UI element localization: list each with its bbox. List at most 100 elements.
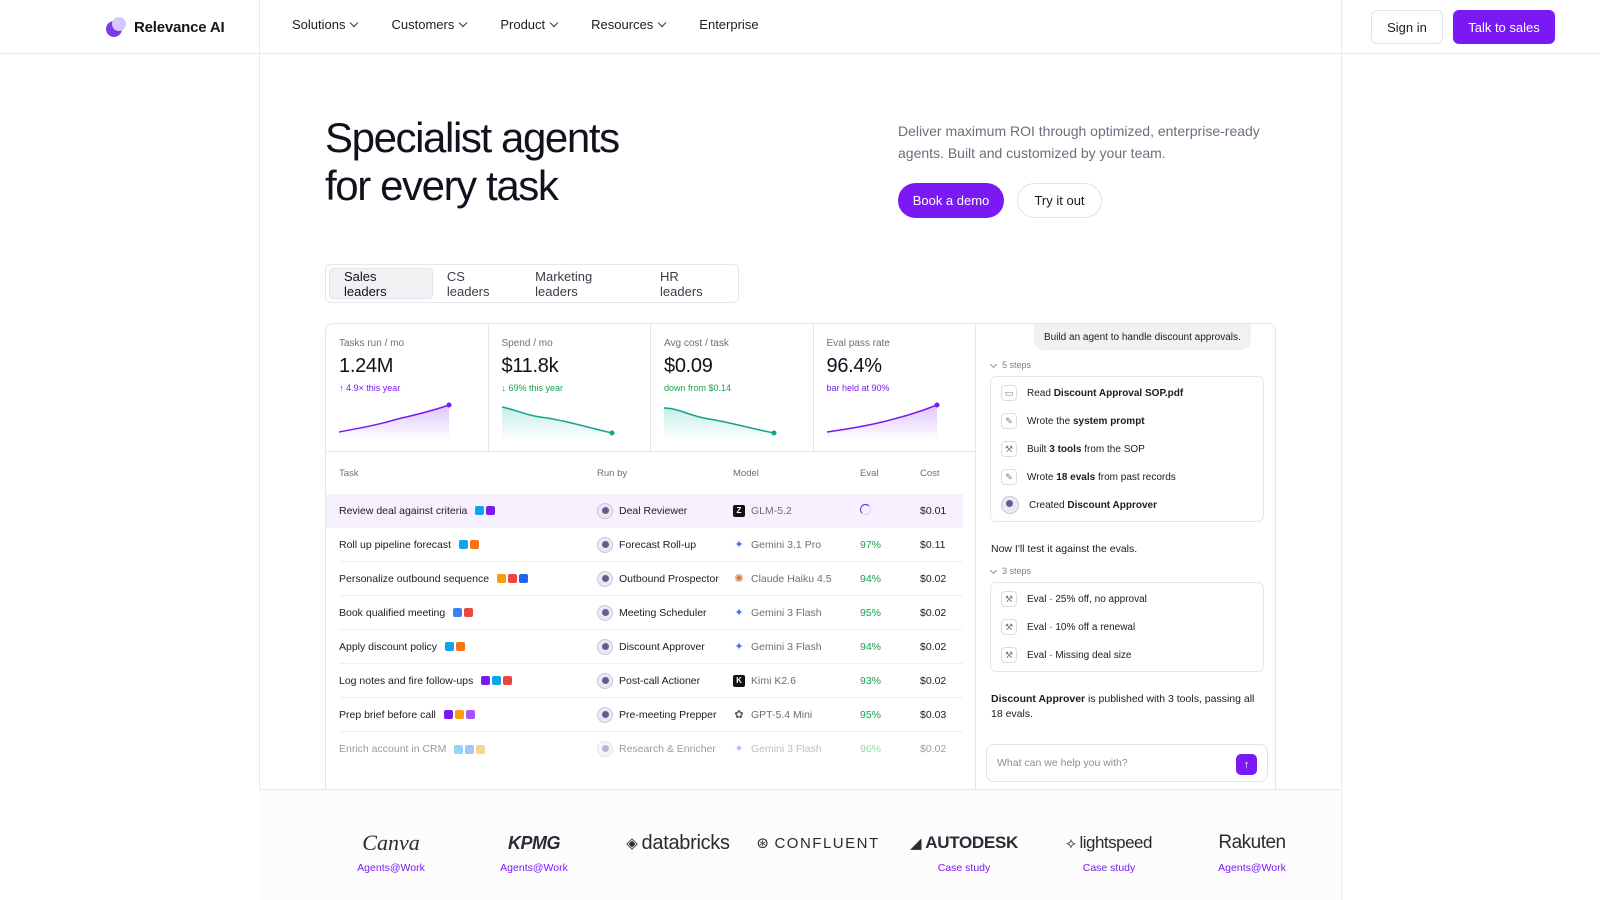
app-integration-icon xyxy=(443,710,453,719)
column-eval: Eval xyxy=(860,467,879,479)
hero-title-line2: for every task xyxy=(325,162,559,209)
step-text: Created Discount Approver xyxy=(1029,500,1157,511)
agent-name: Pre-meeting Prepper xyxy=(619,708,717,721)
agent-name: Post-call Actioner xyxy=(619,674,701,687)
step-text: Read Discount Approval SOP.pdf xyxy=(1027,388,1183,399)
model-name: GLM-5.2 xyxy=(751,504,792,517)
logo-link[interactable]: Agents@Work xyxy=(1186,862,1318,874)
cell-model: K Kimi K2.6 xyxy=(733,674,860,687)
cell-task: Apply discount policy xyxy=(339,641,597,653)
metrics-pane: Tasks run / mo 1.24M ↑ 4.9× this year Sp… xyxy=(326,324,976,790)
agent-chat-pane: Build an agent to handle discount approv… xyxy=(977,324,1275,790)
tab-marketing-leaders[interactable]: Marketing leaders xyxy=(521,268,646,299)
customer-logo-lightspeed[interactable]: ⟡ lightspeed Case study xyxy=(1043,830,1175,874)
app-icons xyxy=(481,676,513,685)
table-row[interactable]: Enrich account in CRM Research & Enriche… xyxy=(339,732,963,766)
step-bold: Discount Approver xyxy=(1067,499,1157,511)
send-button[interactable]: ↑ xyxy=(1236,754,1257,775)
nav-solutions[interactable]: Solutions xyxy=(292,17,359,32)
eval-score: 96% xyxy=(860,743,882,755)
agent-name: Research & Enricher xyxy=(619,743,716,755)
app-integration-icon xyxy=(476,744,486,754)
nav-product[interactable]: Product xyxy=(500,17,559,32)
kpi-delta: down from $0.14 xyxy=(664,383,732,393)
app-integration-icon xyxy=(503,676,513,685)
table-row[interactable]: Book qualified meeting Meeting Scheduler… xyxy=(339,596,963,630)
steps-toggle[interactable]: 3 steps xyxy=(989,566,1031,576)
cell-eval xyxy=(860,503,920,518)
customer-logo-canva[interactable]: Canva Agents@Work xyxy=(325,830,457,874)
nav-resources[interactable]: Resources xyxy=(591,17,667,32)
kpi-value: 96.4% xyxy=(826,355,883,377)
app-integration-icon xyxy=(445,642,455,651)
table-row[interactable]: Prep brief before call Pre-meeting Prepp… xyxy=(339,698,963,732)
nav-customers[interactable]: Customers xyxy=(391,17,468,32)
wrench-icon: ⚒ xyxy=(1001,619,1017,635)
logo-link[interactable]: Agents@Work xyxy=(468,862,600,874)
logo-wordmark: Rakuten xyxy=(1186,830,1318,856)
brand-logo[interactable]: Relevance AI xyxy=(106,16,225,38)
logo-link[interactable]: Case study xyxy=(898,862,1030,874)
table-body: Review deal against criteria Deal Review… xyxy=(326,494,963,766)
app-icons xyxy=(454,744,486,754)
nav-enterprise[interactable]: Enterprise xyxy=(699,17,758,32)
customer-logo-kpmg[interactable]: KPMG Agents@Work xyxy=(468,830,600,875)
table-row[interactable]: Personalize outbound sequence Outbound P… xyxy=(339,562,963,596)
app-integration-icon xyxy=(497,574,507,583)
cell-model: ✦ Gemini 3 Flash xyxy=(733,743,860,755)
step-pre: Read xyxy=(1027,387,1054,399)
cell-run-by: Pre-meeting Prepper xyxy=(597,706,733,723)
pencil-icon: ✎ xyxy=(1001,413,1017,429)
brand-name: Relevance AI xyxy=(134,18,225,36)
customer-logo-autodesk[interactable]: ◢ AUTODESK Case study xyxy=(898,830,1030,874)
steps-toggle[interactable]: 5 steps xyxy=(989,360,1031,370)
app-integration-icon xyxy=(492,676,502,685)
chat-input[interactable]: What can we help you with? ↑ xyxy=(986,744,1268,782)
agent-avatar xyxy=(597,570,613,587)
logo-name: KPMG xyxy=(508,832,561,853)
table-row[interactable]: Review deal against criteria Deal Review… xyxy=(326,494,963,528)
relevance-logo-icon xyxy=(106,17,126,37)
logo-wordmark: ◈ databricks xyxy=(612,830,744,856)
step-item: Created Discount Approver xyxy=(991,491,1263,519)
kpi-row: Tasks run / mo 1.24M ↑ 4.9× this year Sp… xyxy=(326,324,976,452)
table-row[interactable]: Roll up pipeline forecast Forecast Roll-… xyxy=(339,528,963,562)
app-integration-icon xyxy=(486,506,496,515)
talk-to-sales-button[interactable]: Talk to sales xyxy=(1453,10,1555,44)
layers-icon: ◈ xyxy=(626,835,638,852)
tab-sales-leaders[interactable]: Sales leaders xyxy=(329,268,433,299)
task-name: Log notes and fire follow-ups xyxy=(339,674,474,687)
document-icon: ▭ xyxy=(1001,385,1017,401)
eval-score: 94% xyxy=(860,640,882,653)
table-row[interactable]: Apply discount policy Discount Approver … xyxy=(339,630,963,664)
step-bold: 18 evals xyxy=(1056,471,1096,483)
agent-avatar xyxy=(597,604,613,621)
logo-wordmark: ⊛ CONFLUENT xyxy=(752,830,884,856)
nav-label: Enterprise xyxy=(699,17,759,32)
eval-steps-list: ⚒ Eval · 25% off, no approval ⚒ Eval · 10% … xyxy=(990,582,1264,672)
chevron-down-icon xyxy=(350,18,359,28)
hero-description: Deliver maximum ROI through optimized, e… xyxy=(898,123,1260,161)
sign-in-button[interactable]: Sign in xyxy=(1371,10,1443,44)
cell-run-by: Discount Approver xyxy=(597,638,733,655)
app-integration-icon xyxy=(465,744,475,754)
claude-icon: ✺ xyxy=(734,572,744,585)
customer-logo-rakuten[interactable]: Rakuten Agents@Work xyxy=(1186,830,1318,874)
tab-hr-leaders[interactable]: HR leaders xyxy=(646,268,735,299)
cell-cost: $0.02 xyxy=(920,743,947,755)
wrench-icon: ⚒ xyxy=(1001,441,1017,457)
app-integration-icon xyxy=(464,608,474,617)
model-name: GPT-5.4 Mini xyxy=(751,708,813,721)
table-row[interactable]: Log notes and fire follow-ups Post-call … xyxy=(339,664,963,698)
logo-link[interactable]: Agents@Work xyxy=(325,862,457,874)
step-item: ⚒ Built 3 tools from the SOP xyxy=(991,435,1263,463)
cell-cost: $0.02 xyxy=(920,572,947,585)
kpi-value: $0.09 xyxy=(664,355,713,377)
try-it-out-button[interactable]: Try it out xyxy=(1017,183,1102,218)
book-demo-button[interactable]: Book a demo xyxy=(898,183,1004,218)
logo-link[interactable]: Case study xyxy=(1043,862,1175,874)
cell-cost: $0.01 xyxy=(920,504,947,517)
nav-label: Product xyxy=(500,17,546,32)
tab-cs-leaders[interactable]: CS leaders xyxy=(433,268,521,299)
cell-cost: $0.11 xyxy=(920,538,946,551)
